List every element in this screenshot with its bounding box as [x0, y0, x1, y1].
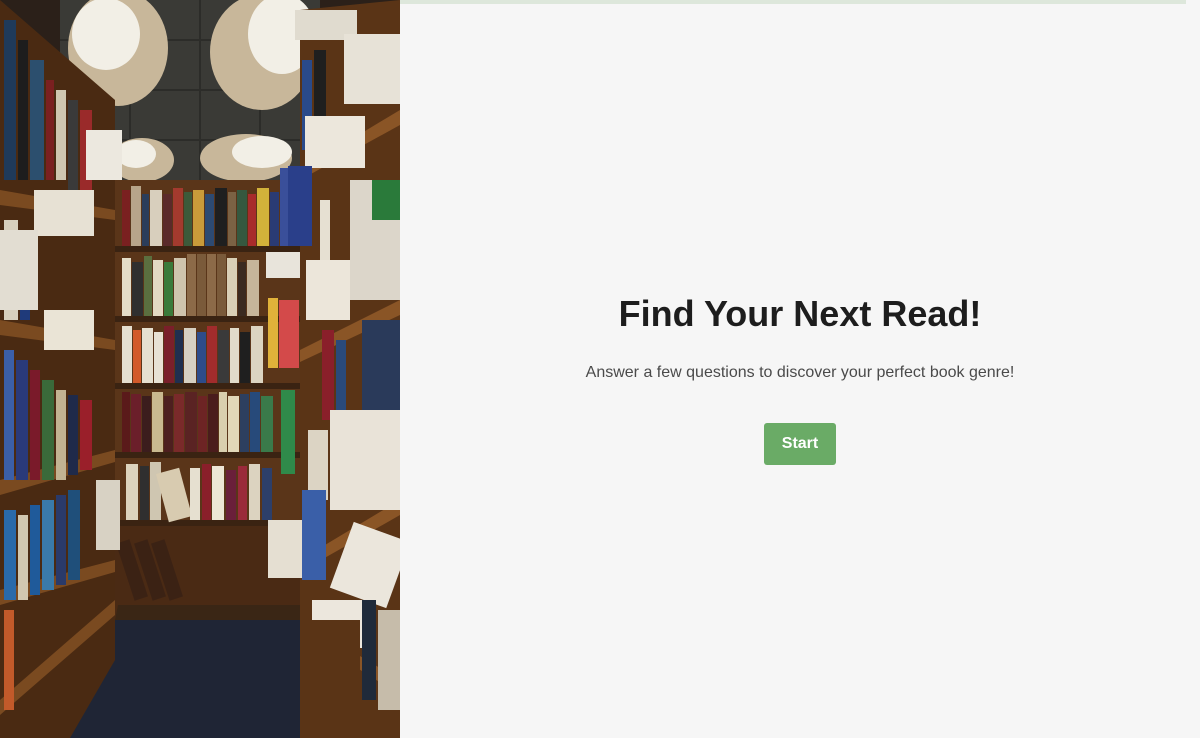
intro-panel: Find Your Next Read! Answer a few questi… — [400, 0, 1200, 738]
page-subtitle: Answer a few questions to discover your … — [585, 364, 1015, 381]
page-title: Find Your Next Read! — [618, 293, 982, 334]
quiz-page: Find Your Next Read! Answer a few questi… — [0, 0, 1200, 738]
start-button[interactable]: Start — [764, 423, 836, 465]
library-photo — [0, 0, 400, 738]
